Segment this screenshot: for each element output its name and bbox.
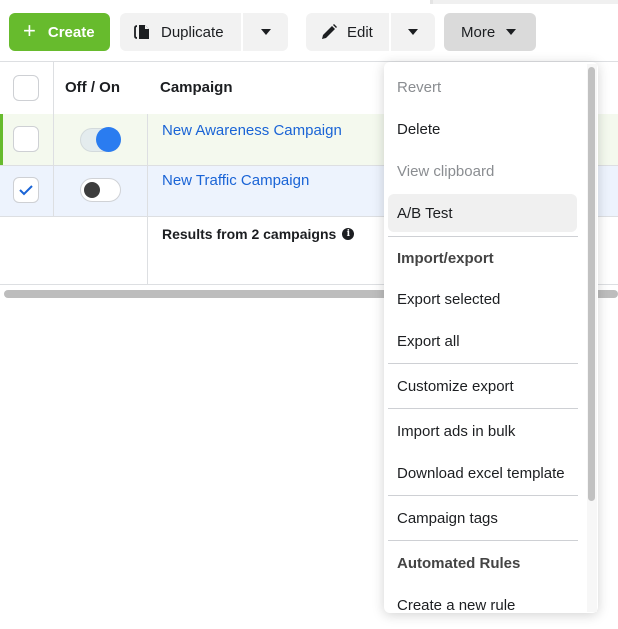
campaign-link[interactable]: New Awareness Campaign <box>162 122 342 139</box>
menu-divider <box>388 540 578 541</box>
chevron-down-icon <box>260 29 271 35</box>
menu-divider <box>388 408 578 409</box>
menu-divider <box>388 495 578 496</box>
menu-item-download-excel-template[interactable]: Download excel template <box>388 454 577 492</box>
plus-icon: + <box>23 18 36 43</box>
menu-item-campaign-tags[interactable]: Campaign tags <box>388 499 577 537</box>
active-row-indicator <box>0 114 3 165</box>
column-divider <box>53 61 54 216</box>
select-all-checkbox[interactable] <box>13 75 39 101</box>
background-panel-edge <box>430 0 618 4</box>
duplicate-label: Duplicate <box>161 23 224 41</box>
edit-button[interactable]: Edit <box>306 13 389 51</box>
create-button[interactable]: + Create <box>9 13 110 51</box>
duplicate-button[interactable]: Duplicate <box>120 13 241 51</box>
toggle-knob <box>96 127 121 152</box>
menu-item-export-all[interactable]: Export all <box>388 322 577 360</box>
menu-item-export-selected[interactable]: Export selected <box>388 280 577 318</box>
checkmark-icon <box>19 185 33 196</box>
menu-divider <box>388 236 578 237</box>
results-summary: Results from 2 campaigns i <box>162 226 355 242</box>
top-strip <box>0 0 618 6</box>
menu-divider <box>388 363 578 364</box>
more-dropdown-menu: Revert Delete View clipboard A/B Test Im… <box>384 62 598 613</box>
menu-item-delete[interactable]: Delete <box>388 110 577 148</box>
column-header-campaign[interactable]: Campaign <box>160 79 233 96</box>
row-checkbox[interactable] <box>13 126 39 152</box>
menu-item-import-ads-in-bulk[interactable]: Import ads in bulk <box>388 412 577 450</box>
row-checkbox-checked[interactable] <box>13 177 39 203</box>
toggle-knob <box>84 182 100 198</box>
campaign-toggle-off[interactable] <box>80 178 121 202</box>
edit-dropdown-button[interactable] <box>391 13 435 51</box>
menu-scrollbar-thumb[interactable] <box>588 67 595 501</box>
menu-item-view-clipboard[interactable]: View clipboard <box>388 152 577 190</box>
menu-heading-import-export: Import/export <box>397 249 494 267</box>
chevron-down-icon <box>506 29 517 35</box>
more-label: More <box>461 23 496 41</box>
menu-heading-automated-rules: Automated Rules <box>397 554 521 572</box>
more-button[interactable]: More <box>444 13 536 51</box>
edit-label: Edit <box>347 23 373 41</box>
column-header-toggle: Off / On <box>65 79 120 96</box>
menu-item-create-new-rule[interactable]: Create a new rule <box>388 586 577 614</box>
duplicate-dropdown-button[interactable] <box>243 13 288 51</box>
campaign-link[interactable]: New Traffic Campaign <box>162 172 309 189</box>
info-icon[interactable]: i <box>342 228 355 240</box>
menu-item-customize-export[interactable]: Customize export <box>388 367 577 405</box>
duplicate-icon <box>134 23 152 41</box>
pencil-icon <box>320 23 338 41</box>
menu-item-revert[interactable]: Revert <box>388 68 577 106</box>
menu-item-ab-test[interactable]: A/B Test <box>388 194 577 232</box>
create-label: Create <box>47 23 95 41</box>
chevron-down-icon <box>408 29 418 35</box>
campaign-toggle-on[interactable] <box>80 127 121 152</box>
results-label: Results from 2 campaigns <box>162 226 337 242</box>
column-divider <box>147 114 148 284</box>
